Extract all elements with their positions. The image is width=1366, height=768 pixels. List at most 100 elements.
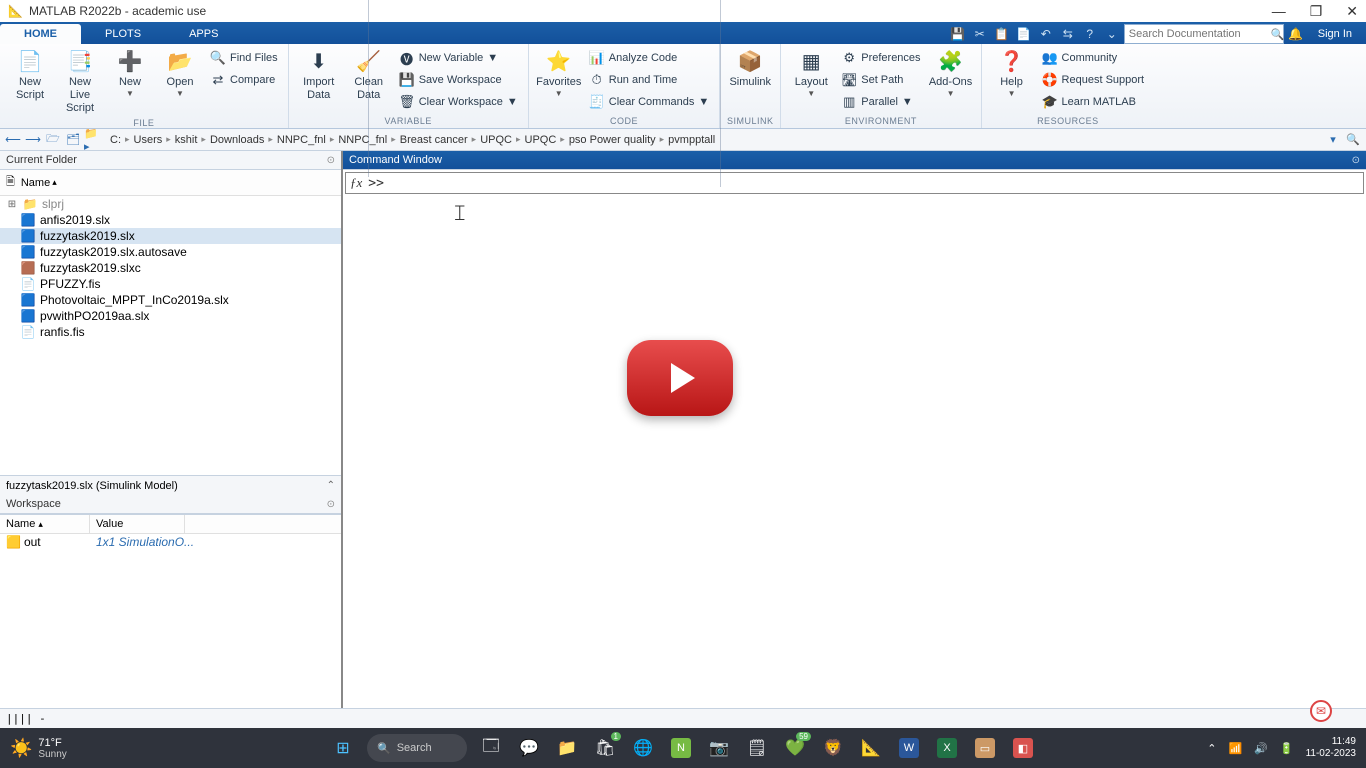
teams-icon[interactable]: 💬 (515, 734, 543, 762)
start-button[interactable]: ⊞ (329, 734, 357, 762)
nav-folders-icon[interactable]: 🗂 (64, 131, 82, 149)
clear-commands-button[interactable]: 🧾Clear Commands ▼ (585, 92, 713, 112)
store-icon[interactable]: 🛍1 (591, 734, 619, 762)
file-row[interactable]: 🟦Photovoltaic_MPPT_InCo2019a.slx (0, 292, 341, 308)
file-row[interactable]: 📄PFUZZY.fis (0, 276, 341, 292)
command-input[interactable] (384, 176, 1359, 191)
qat-save-icon[interactable]: 💾 (948, 24, 968, 44)
tab-home[interactable]: HOME (0, 24, 81, 44)
new-variable-button[interactable]: 🅥New Variable ▼ (395, 48, 522, 68)
crumb-5[interactable]: NNPC_fnl (336, 134, 389, 146)
weather-widget[interactable]: ☀️ 71°F Sunny (10, 737, 67, 760)
app4-icon[interactable]: ◧ (1009, 734, 1037, 762)
battery-icon[interactable]: 🔋 (1280, 742, 1294, 755)
help-button[interactable]: ❓Help▼ (988, 46, 1036, 99)
search-documentation[interactable]: 🔍 (1124, 24, 1284, 44)
file-row[interactable]: 🟦anfis2019.slx (0, 212, 341, 228)
details-panel[interactable]: fuzzytask2019.slx (Simulink Model) ⌃ (0, 475, 341, 495)
taskbar-search[interactable]: 🔍Search (367, 734, 467, 762)
crumb-3[interactable]: Downloads (208, 134, 266, 146)
app3-icon[interactable]: ▭ (971, 734, 999, 762)
command-window-header[interactable]: Command Window ⊙ (343, 151, 1366, 170)
workspace-row[interactable]: 🟨out 1x1 SimulationO... (0, 534, 341, 550)
search-icon[interactable]: 🔍 (1271, 28, 1285, 41)
maximize-button[interactable]: ❐ (1310, 3, 1323, 20)
new-script-button[interactable]: 📄New Script (6, 46, 54, 102)
fx-icon[interactable]: ƒx (350, 175, 362, 191)
file-row[interactable]: 🟦pvwithPO2019aa.slx (0, 308, 341, 324)
run-and-time-button[interactable]: ⏱Run and Time (585, 70, 713, 90)
tab-apps[interactable]: APPS (165, 24, 242, 44)
command-input-row[interactable]: ƒx >> (345, 172, 1364, 194)
workspace-header[interactable]: Workspace ⊙ (0, 495, 341, 514)
qat-undo-icon[interactable]: ↶ (1036, 24, 1056, 44)
notification-icon[interactable]: 🔔 (1286, 24, 1306, 44)
crumb-0[interactable]: C: (108, 134, 123, 146)
qat-help-icon[interactable]: ? (1080, 24, 1100, 44)
expand-icon[interactable]: ⊞ (6, 199, 18, 210)
volume-icon[interactable]: 🔊 (1254, 742, 1268, 755)
set-path-button[interactable]: 🛣Set Path (837, 70, 924, 90)
analyze-code-button[interactable]: 📊Analyze Code (585, 48, 713, 68)
file-row[interactable]: 🟦fuzzytask2019.slx.autosave (0, 244, 341, 260)
search-input[interactable] (1129, 28, 1271, 40)
nav-back-button[interactable]: ⟵ (4, 131, 22, 149)
qat-copy-icon[interactable]: 📋 (992, 24, 1012, 44)
collapse-icon[interactable]: ⊙ (327, 499, 335, 510)
word-icon[interactable]: W (895, 734, 923, 762)
whatsapp-icon[interactable]: 💚59 (781, 734, 809, 762)
qat-more-icon[interactable]: ⌄ (1102, 24, 1122, 44)
new-button[interactable]: ➕New▼ (106, 46, 154, 99)
collapse-icon[interactable]: ⊙ (327, 155, 335, 166)
file-list-header[interactable]: 🗎 Name ▴ (0, 170, 341, 196)
file-row[interactable]: 📄ranfis.fis (0, 324, 341, 340)
preferences-button[interactable]: ⚙Preferences (837, 48, 924, 68)
explorer-icon[interactable]: 📁 (553, 734, 581, 762)
excel-icon[interactable]: X (933, 734, 961, 762)
clear-workspace-button[interactable]: 🗑Clear Workspace ▼ (395, 92, 522, 112)
name-column-header[interactable]: Name (21, 177, 50, 189)
nav-up-icon[interactable]: 🗁 (44, 131, 62, 149)
learn-matlab-button[interactable]: 🎓Learn MATLAB (1038, 92, 1149, 112)
compare-button[interactable]: ⇄Compare (206, 70, 282, 90)
request-support-button[interactable]: 🛟Request Support (1038, 70, 1149, 90)
crumb-6[interactable]: Breast cancer (398, 134, 470, 146)
open-button[interactable]: 📂Open▼ (156, 46, 204, 99)
file-row-selected[interactable]: 🟦fuzzytask2019.slx (0, 228, 341, 244)
qat-cut-icon[interactable]: ✂ (970, 24, 990, 44)
community-button[interactable]: 👥Community (1038, 48, 1149, 68)
file-row[interactable]: 🟫fuzzytask2019.slxc (0, 260, 341, 276)
new-livescript-button[interactable]: 📑New Live Script (56, 46, 104, 116)
save-workspace-button[interactable]: 💾Save Workspace (395, 70, 522, 90)
path-dropdown-icon[interactable]: ▾ (1324, 131, 1342, 149)
close-button[interactable]: ✕ (1346, 3, 1358, 20)
addons-button[interactable]: 🧩Add-Ons▼ (927, 46, 975, 99)
nav-browse-icon[interactable]: 📁 ▸ (84, 131, 102, 149)
simulink-button[interactable]: 📦Simulink (726, 46, 774, 89)
import-data-button[interactable]: ⬇Import Data (295, 46, 343, 102)
matlab-taskbar-icon[interactable]: 📐 (857, 734, 885, 762)
wifi-icon[interactable]: 📶 (1228, 742, 1242, 755)
app2-icon[interactable]: 🗒 (743, 734, 771, 762)
crumb-4[interactable]: NNPC_fnl (275, 134, 328, 146)
crumb-10[interactable]: pvmpptall (666, 134, 717, 146)
layout-button[interactable]: ▦Layout▼ (787, 46, 835, 99)
ws-value-header[interactable]: Value (90, 515, 185, 533)
mail-notification-icon[interactable]: ✉ (1310, 700, 1332, 722)
signin-button[interactable]: Sign In (1308, 28, 1362, 40)
collapse-icon[interactable]: ⊙ (1352, 155, 1360, 166)
app-icon[interactable]: N (667, 734, 695, 762)
crumb-8[interactable]: UPQC (523, 134, 559, 146)
taskbar-clock[interactable]: 11:49 11-02-2023 (1306, 736, 1356, 760)
qat-switch-icon[interactable]: ⇆ (1058, 24, 1078, 44)
current-folder-header[interactable]: Current Folder ⊙ (0, 151, 341, 170)
tray-expand-icon[interactable]: ⌃ (1207, 742, 1216, 755)
parallel-button[interactable]: ▥Parallel ▼ (837, 92, 924, 112)
crumb-7[interactable]: UPQC (478, 134, 514, 146)
crumb-2[interactable]: kshit (173, 134, 200, 146)
nav-forward-button[interactable]: ⟶ (24, 131, 42, 149)
crumb-9[interactable]: pso Power quality (567, 134, 658, 146)
favorites-button[interactable]: ⭐Favorites▼ (535, 46, 583, 99)
ws-name-header[interactable]: Name ▴ (0, 515, 90, 533)
file-row-folder[interactable]: ⊞📁slprj (0, 196, 341, 212)
